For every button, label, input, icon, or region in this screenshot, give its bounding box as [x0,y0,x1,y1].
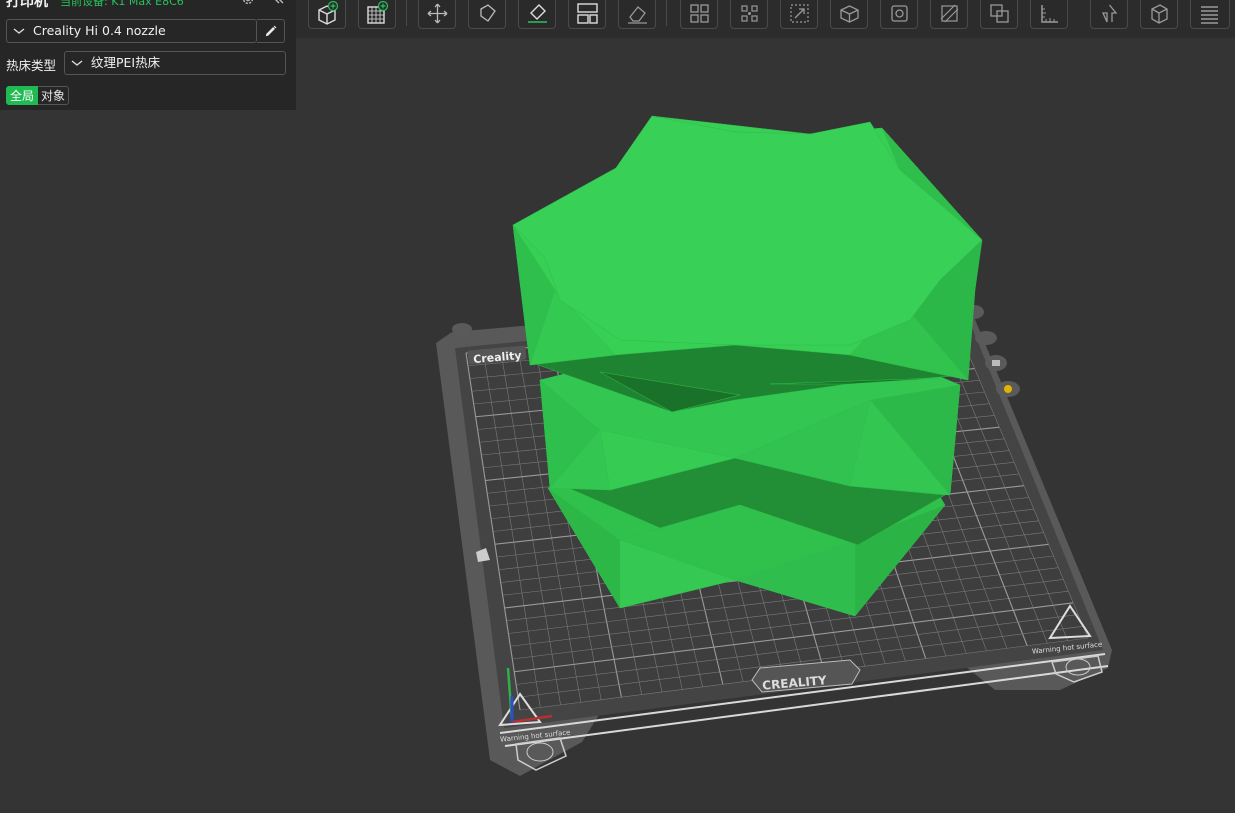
move-arrows-icon [427,3,448,24]
add-cube-icon [318,1,339,25]
arrange-button[interactable] [568,0,606,29]
printer-panel: 打印机 当前设备: K1 Max E8C6 Creality Hi 0.4 no… [0,0,296,110]
add-plate-button[interactable] [358,0,396,29]
printer-preset-value: Creality Hi 0.4 nozzle [33,23,166,38]
layers-icon [1201,6,1218,24]
collapse-icon[interactable] [272,0,286,6]
ruler-icon [1041,5,1058,23]
support-paint-button[interactable] [1090,0,1128,29]
toolbar-separator [406,0,407,26]
layers-button[interactable] [1190,0,1230,29]
printer-preset-select[interactable]: Creality Hi 0.4 nozzle [6,19,257,43]
panel-header: 打印机 当前设备: K1 Max E8C6 [0,0,296,10]
assembly-button[interactable] [1140,0,1178,29]
add-object-button[interactable] [308,0,346,29]
scale-icon [790,4,809,23]
auto-orient-button[interactable] [418,0,456,29]
scene-canvas[interactable]: Creality CREALITY Warning hot surface Wa… [296,38,1235,813]
scope-tabs: 全局 对象 [6,86,70,105]
split-objects-icon [690,4,709,23]
boolean-button[interactable] [980,0,1018,29]
hollow-button[interactable] [880,0,918,29]
3d-model[interactable] [512,115,983,617]
panel-title: 打印机 [6,0,48,10]
plate-edit-button[interactable] [452,323,472,335]
split-objects-button[interactable] [680,0,718,29]
support-icon [1101,4,1118,23]
chevron-down-icon [71,60,83,66]
eraser-icon [628,6,647,24]
settings-icon[interactable] [240,0,256,6]
scale-button[interactable] [780,0,818,29]
3d-viewport[interactable]: Creality CREALITY Warning hot surface Wa… [296,38,1235,813]
arrange-icon [577,3,598,24]
lay-on-face-button[interactable] [518,0,556,29]
plate-orient-button[interactable] [975,331,997,345]
plate-settings-icon [1004,385,1012,393]
main-toolbar [296,0,1235,38]
rotate-cube-icon [480,4,496,22]
current-device-label: 当前设备: K1 Max E8C6 [60,0,184,8]
bed-type-select[interactable]: 纹理PEI热床 [64,51,286,75]
tab-global[interactable]: 全局 [6,86,39,105]
edit-icon [265,25,277,37]
split-parts-button[interactable] [730,0,768,29]
tab-object[interactable]: 对象 [38,86,70,105]
box-icon [840,5,859,23]
cut-icon [940,4,959,23]
assembly-icon [1151,4,1168,24]
erase-button[interactable] [618,0,656,29]
lock-icon [992,360,1000,366]
add-plate-icon [367,1,389,24]
measure-button[interactable] [1030,0,1068,29]
toolbar-separator [666,0,667,26]
cut-button[interactable] [930,0,968,29]
boolean-icon [990,4,1009,23]
lay-face-icon [528,4,547,23]
rotate-button[interactable] [468,0,506,29]
bed-type-value: 纹理PEI热床 [91,55,161,70]
split-parts-icon [741,5,758,22]
hollow-icon [891,5,908,22]
box-model-button[interactable] [830,0,868,29]
chevron-down-icon [13,28,25,34]
bed-type-label: 热床类型 [6,58,57,73]
edit-preset-button[interactable] [257,19,285,43]
